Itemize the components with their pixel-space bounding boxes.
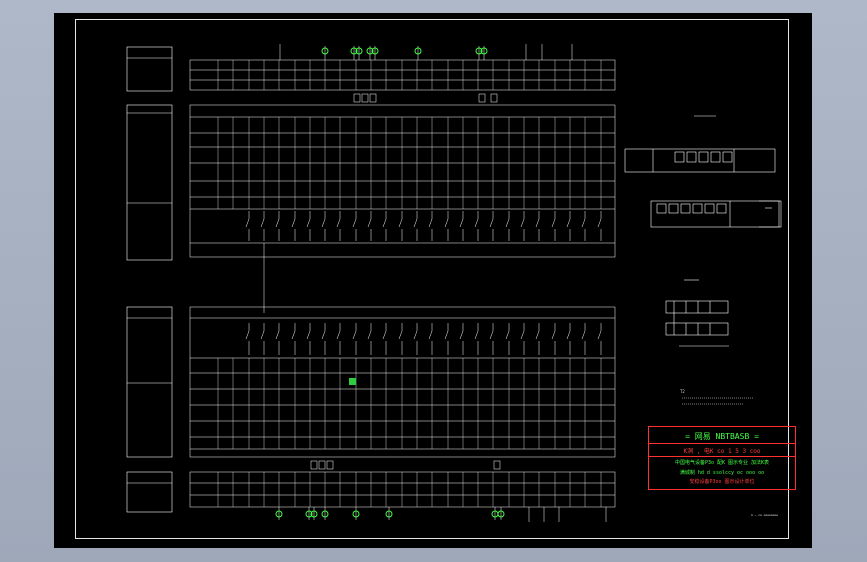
panel-layout-diagram: [624, 148, 782, 228]
scale-note: 1 — co oooooooo: [751, 513, 779, 517]
lower-table-columns: [217, 358, 602, 507]
switch-row-upper: [245, 211, 602, 241]
breaker-boxes: [310, 93, 501, 470]
upper-table-columns: [217, 60, 602, 209]
bottom-terminals: [275, 507, 607, 522]
upper-table: [189, 59, 616, 258]
drawing-sheet[interactable]: T2 = 网易 NBTBASB = K洞 , 电K co 1 5 3 coo 中…: [54, 13, 812, 548]
rack-layout-diagram: [665, 115, 729, 347]
title-block-title: = 网易 NBTBASB =: [685, 432, 759, 441]
title-block[interactable]: = 网易 NBTBASB = K洞 , 电K co 1 5 3 coo 中国电气…: [648, 426, 796, 490]
selected-cell-marker: [349, 378, 356, 385]
title-block-line2: K洞 , 电K co 1 5 3 coo: [683, 448, 761, 455]
note-t2: T2: [680, 389, 685, 394]
title-block-line5: 安稳设备P3oo 图示设计单位: [689, 479, 755, 485]
title-block-line4: 满城制 hd d ssolccy oc ooo oo: [679, 470, 765, 476]
cad-viewport[interactable]: T2 = 网易 NBTBASB = K洞 , 电K co 1 5 3 coo 中…: [0, 0, 867, 562]
switch-row-lower: [245, 323, 602, 355]
legend-panels: [126, 46, 173, 513]
top-terminals: [279, 44, 573, 60]
lower-table: [189, 306, 616, 508]
title-block-line3: 中国电气设备P3o 配K 图示专业 加法K表: [674, 460, 770, 466]
